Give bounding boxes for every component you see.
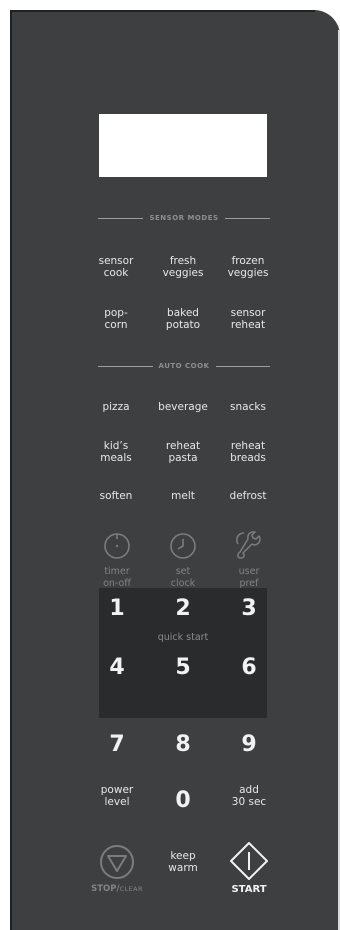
clock-icon[interactable] [168, 530, 198, 560]
soften-button[interactable]: soften [81, 490, 151, 502]
key-1[interactable]: 1 [97, 596, 137, 621]
button-label: cook [103, 267, 129, 279]
divider-line [98, 217, 144, 219]
key-8[interactable]: 8 [163, 732, 203, 757]
key-6[interactable]: 6 [229, 655, 269, 680]
start-button[interactable]: START [224, 884, 274, 895]
button-label: reheat [230, 440, 266, 452]
defrost-button[interactable]: defrost [213, 490, 283, 502]
button-label: power [100, 784, 134, 796]
popcorn-button[interactable]: pop- corn [81, 307, 151, 331]
button-label: warm [168, 862, 198, 874]
button-label: kid’s [103, 440, 129, 452]
button-label: meals [100, 452, 132, 464]
timer-icon[interactable] [102, 530, 132, 560]
button-label: breads [230, 452, 266, 464]
snacks-button[interactable]: snacks [213, 401, 283, 413]
button-label: melt [171, 490, 195, 502]
button-label: pasta [168, 452, 198, 464]
button-label: user [238, 566, 260, 577]
reheat-breads-button[interactable]: reheat breads [213, 440, 283, 464]
kids-meals-button[interactable]: kid’s meals [81, 440, 151, 464]
quick-start-label: quick start [157, 632, 209, 643]
button-label: add [239, 784, 259, 796]
sensor-reheat-button[interactable]: sensor reheat [213, 307, 283, 331]
sensor-modes-text: SENSOR MODES [149, 214, 219, 222]
button-label: beverage [158, 401, 208, 413]
button-label: reheat [165, 440, 201, 452]
button-label: level [104, 796, 130, 808]
baked-potato-button[interactable]: baked potato [148, 307, 218, 331]
button-label: timer [104, 566, 130, 577]
button-label: reheat [230, 319, 266, 331]
auto-cook-label: AUTO COOK [98, 359, 271, 373]
button-label: snacks [230, 401, 266, 413]
key-0[interactable]: 0 [163, 788, 203, 813]
button-label: fresh [169, 255, 197, 267]
button-label: soften [99, 490, 133, 502]
stop-icon[interactable] [98, 843, 136, 881]
stop-text: STOP/ [91, 884, 120, 894]
keep-warm-button[interactable]: keep warm [148, 850, 218, 874]
pizza-button[interactable]: pizza [81, 401, 151, 413]
timer-on-off-button[interactable]: timer on-off [82, 566, 152, 590]
button-label: pop- [104, 307, 128, 319]
wrench-icon[interactable] [232, 530, 266, 560]
start-icon[interactable] [229, 841, 269, 881]
button-label: frozen [231, 255, 265, 267]
button-label: set [175, 566, 191, 577]
sensor-modes-label: SENSOR MODES [98, 211, 270, 225]
add-30-sec-button[interactable]: add 30 sec [214, 784, 284, 808]
melt-button[interactable]: melt [148, 490, 218, 502]
power-level-button[interactable]: power level [82, 784, 152, 808]
set-clock-button[interactable]: set clock [148, 566, 218, 590]
reheat-pasta-button[interactable]: reheat pasta [148, 440, 218, 464]
key-7[interactable]: 7 [97, 732, 137, 757]
key-5[interactable]: 5 [163, 655, 203, 680]
stop-clear-button[interactable]: STOP/CLEAR [82, 884, 152, 894]
key-9[interactable]: 9 [229, 732, 269, 757]
button-label: sensor [98, 255, 134, 267]
beverage-button[interactable]: beverage [148, 401, 218, 413]
auto-cook-text: AUTO COOK [158, 362, 210, 370]
button-label: defrost [229, 490, 267, 502]
divider-line [215, 365, 271, 367]
button-label: baked [167, 307, 199, 319]
sensor-cook-button[interactable]: sensor cook [81, 255, 151, 279]
frozen-veggies-button[interactable]: frozen veggies [213, 255, 283, 279]
button-label: veggies [162, 267, 204, 279]
divider-line [98, 365, 153, 367]
user-pref-button[interactable]: user pref [214, 566, 284, 590]
button-label: corn [104, 319, 128, 331]
clear-text: CLEAR [119, 885, 143, 893]
button-label: pizza [102, 401, 130, 413]
button-label: keep [170, 850, 196, 862]
button-label: potato [165, 319, 201, 331]
key-4[interactable]: 4 [97, 655, 137, 680]
panel-left-edge [10, 10, 12, 930]
divider-line [224, 217, 270, 219]
button-label: 30 sec [231, 796, 267, 808]
key-3[interactable]: 3 [229, 596, 269, 621]
key-2[interactable]: 2 [163, 596, 203, 621]
fresh-veggies-button[interactable]: fresh veggies [148, 255, 218, 279]
panel-top-edge [10, 10, 315, 12]
button-label: sensor [230, 307, 266, 319]
display-screen [99, 114, 267, 177]
button-label: veggies [227, 267, 269, 279]
